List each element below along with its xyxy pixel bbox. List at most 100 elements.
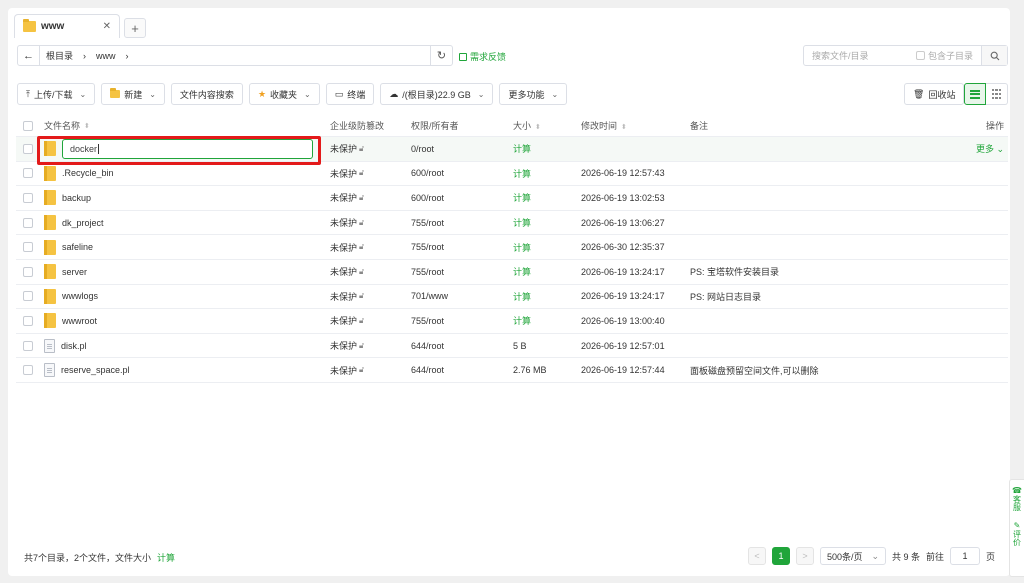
file-name[interactable]: .Recycle_bin (62, 168, 114, 178)
table-row[interactable]: dk_project 未保护 🔓︎ 755/root 计算 2026-06-19 13:0… (16, 211, 1008, 236)
disk-button[interactable]: ☁ /(根目录)22.9 GB ⌄ (380, 83, 494, 105)
table-row[interactable]: .Recycle_bin 未保护 🔓︎ 600/root 计算 2026-06-19 12… (16, 162, 1008, 187)
file-name[interactable]: reserve_space.pl (61, 365, 130, 375)
search-input[interactable]: 搜索文件/目录 (804, 49, 869, 62)
lock-icon[interactable]: 🔓︎ (359, 193, 364, 203)
more-label: 更多功能 (508, 89, 545, 100)
rate-button[interactable]: ✎ 评价 (1013, 521, 1022, 546)
content-search-button[interactable]: 文件内容搜索 (170, 83, 243, 105)
new-button[interactable]: 新建 ⌄ (101, 83, 165, 105)
size-value[interactable]: 计算 (513, 169, 531, 179)
address-bar[interactable]: ← 根目录 › www › ↻ (17, 45, 453, 66)
perm-value[interactable]: 0/root (411, 144, 434, 154)
sort-icon[interactable]: ⬍ (84, 122, 90, 130)
lock-icon[interactable]: 🔓︎ (359, 144, 364, 154)
perm-value[interactable]: 644/root (411, 365, 444, 375)
subdir-checkbox[interactable]: 包含子目录 (915, 49, 981, 62)
size-value[interactable]: 计算 (513, 292, 531, 302)
size-value[interactable]: 计算 (513, 316, 531, 326)
table-row-rename[interactable]: docker 未保护 🔓︎ 0/root 计算 更多 ⌄ (16, 137, 1008, 162)
more-functions-button[interactable]: 更多功能 ⌄ (499, 83, 568, 105)
refresh-icon[interactable]: ↻ (430, 46, 452, 65)
file-name[interactable]: disk.pl (61, 341, 87, 351)
perm-value[interactable]: 644/root (411, 341, 444, 351)
perm-value[interactable]: 600/root (411, 193, 444, 203)
header-size[interactable]: 大小 (513, 121, 531, 131)
perm-value[interactable]: 755/root (411, 267, 444, 277)
row-checkbox[interactable] (23, 266, 33, 277)
row-checkbox[interactable] (23, 291, 33, 302)
feedback-link[interactable]: 需求反馈 (459, 50, 506, 63)
page-input[interactable]: 1 (950, 547, 981, 565)
note-value[interactable]: PS: 网站日志目录 (690, 292, 761, 302)
next-page-button[interactable]: > (796, 547, 814, 565)
file-name[interactable]: backup (62, 193, 91, 203)
table-row[interactable]: backup 未保护 🔓︎ 600/root 计算 2026-06-19 13:02:53 (16, 186, 1008, 211)
favorites-button[interactable]: ★ 收藏夹 ⌄ (248, 83, 320, 105)
terminal-button[interactable]: ▭ 终端 (325, 83, 375, 105)
table-row[interactable]: safeline 未保护 🔓︎ 755/root 计算 2026-06-30 12:35:… (16, 235, 1008, 260)
lock-icon[interactable]: 🔓︎ (359, 365, 364, 375)
note-value[interactable]: PS: 宝塔软件安装目录 (690, 267, 779, 277)
row-checkbox[interactable] (23, 217, 33, 228)
lock-icon[interactable]: 🔓︎ (359, 316, 364, 326)
page-1-button[interactable]: 1 (772, 547, 790, 565)
row-checkbox[interactable] (23, 315, 33, 326)
perm-value[interactable]: 701/www (411, 291, 448, 301)
upload-download-button[interactable]: ⤒ 上传/下载 ⌄ (17, 83, 96, 105)
lock-icon[interactable]: 🔓︎ (359, 267, 364, 277)
table-row[interactable]: disk.pl 未保护 🔓︎ 644/root 5 B 2026-06-19 12:57:… (16, 334, 1008, 359)
table-row[interactable]: server 未保护 🔓︎ 755/root 计算 2026-06-19 13:24:17… (16, 260, 1008, 285)
list-view-button[interactable] (964, 83, 986, 105)
perm-value[interactable]: 755/root (411, 218, 444, 228)
table-row[interactable]: reserve_space.pl 未保护 🔓︎ 644/root 2.76 MB 2026… (16, 358, 1008, 383)
lock-icon[interactable]: 🔓︎ (359, 168, 364, 178)
note-value[interactable]: 面板磁盘预留空间文件,可以删除 (690, 366, 819, 376)
file-name[interactable]: server (62, 267, 87, 277)
lock-icon[interactable]: 🔓︎ (359, 242, 364, 252)
file-name[interactable]: wwwroot (62, 316, 97, 326)
grid-view-button[interactable] (986, 83, 1008, 105)
page-size-select[interactable]: 500条/页 ⌄ (820, 547, 886, 565)
size-value[interactable]: 计算 (513, 193, 531, 203)
rename-input[interactable]: docker (62, 138, 313, 159)
row-checkbox[interactable] (23, 340, 33, 351)
calc-size-link[interactable]: 计算 (513, 144, 531, 154)
calc-total-link[interactable]: 计算 (157, 551, 175, 564)
perm-value[interactable]: 755/root (411, 242, 444, 252)
lock-icon[interactable]: 🔓︎ (359, 341, 364, 351)
row-checkbox[interactable] (23, 168, 33, 179)
header-mtime[interactable]: 修改时间 (581, 121, 617, 131)
tab-www[interactable]: www ✕ (14, 14, 120, 38)
lock-icon[interactable]: 🔓︎ (359, 218, 364, 228)
row-checkbox[interactable] (23, 192, 33, 203)
search-button[interactable] (981, 46, 1007, 65)
file-name[interactable]: dk_project (62, 218, 104, 228)
size-value[interactable]: 计算 (513, 267, 531, 277)
row-checkbox[interactable] (23, 242, 33, 253)
table-row[interactable]: wwwlogs 未保护 🔓︎ 701/www 计算 2026-06-19 13:24:17… (16, 285, 1008, 310)
size-value[interactable]: 计算 (513, 243, 531, 253)
close-icon[interactable]: ✕ (103, 21, 111, 32)
more-ops-link[interactable]: 更多 ⌄ (976, 144, 1004, 154)
row-checkbox[interactable] (23, 365, 33, 376)
file-name[interactable]: safeline (62, 242, 93, 252)
customer-service-button[interactable]: ☎ 客服 (1012, 486, 1022, 511)
back-arrow-icon[interactable]: ← (18, 46, 40, 65)
size-value[interactable]: 计算 (513, 218, 531, 228)
breadcrumb-root[interactable]: 根目录 (46, 49, 73, 62)
perm-value[interactable]: 755/root (411, 316, 444, 326)
perm-value[interactable]: 600/root (411, 168, 444, 178)
lock-icon[interactable]: 🔓︎ (359, 291, 364, 301)
add-tab-button[interactable]: + (124, 18, 146, 38)
sort-icon[interactable]: ⬍ (535, 124, 541, 131)
prev-page-button[interactable]: < (748, 547, 766, 565)
breadcrumb-www[interactable]: www (96, 51, 116, 61)
table-row[interactable]: wwwroot 未保护 🔓︎ 755/root 计算 2026-06-19 13:00:4… (16, 309, 1008, 334)
recycle-bin-button[interactable]: 🗑︎ 回收站 (904, 83, 965, 105)
select-all-checkbox[interactable] (23, 120, 33, 131)
row-checkbox[interactable] (23, 143, 33, 154)
file-name[interactable]: wwwlogs (62, 291, 98, 301)
sort-icon[interactable]: ⬍ (621, 124, 627, 131)
header-name[interactable]: 文件名称 (44, 119, 80, 132)
